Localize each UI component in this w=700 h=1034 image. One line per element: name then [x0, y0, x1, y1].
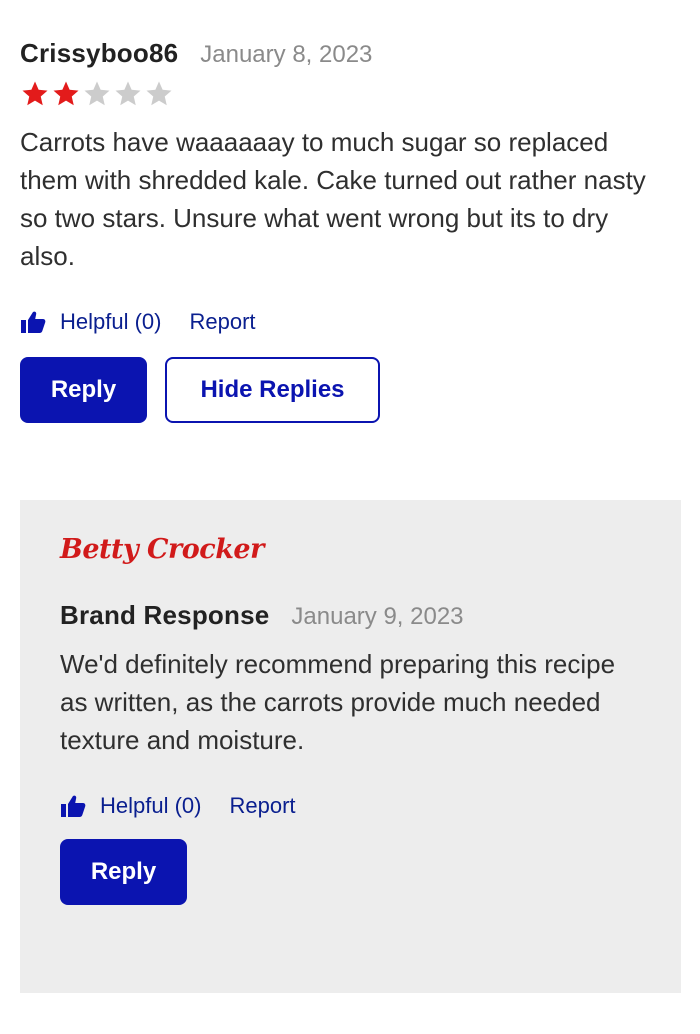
response-date: January 9, 2023 [291, 603, 464, 630]
response-body: We'd definitely recommend preparing this… [60, 649, 616, 755]
response-content: Brand Response January 9, 2023 We'd defi… [60, 600, 660, 905]
response-actions: Helpful (0) Report [60, 793, 660, 819]
review-date: January 8, 2023 [200, 41, 373, 68]
review-actions: Helpful (0) Report [20, 309, 680, 335]
review-card: Crissyboo86 January 8, 2023 Carrots have… [20, 38, 680, 423]
hide-replies-button[interactable]: Hide Replies [165, 357, 380, 423]
star-filled-icon [53, 81, 79, 106]
helpful-link[interactable]: Helpful (0) [60, 309, 161, 335]
reply-button[interactable]: Reply [20, 357, 147, 423]
response-header: Brand Response January 9, 2023 [60, 600, 660, 631]
betty-crocker-logo: Betty Crocker [60, 534, 264, 565]
review-header: Crissyboo86 January 8, 2023 [20, 38, 680, 69]
star-empty-icon [84, 81, 110, 106]
response-reply-button[interactable]: Reply [60, 839, 187, 905]
response-helpful-link[interactable]: Helpful (0) [100, 793, 201, 819]
star-rating [20, 79, 680, 109]
star-filled-icon [22, 81, 48, 106]
review-body: Carrots have waaaaaay to much sugar so r… [20, 127, 646, 271]
star-empty-icon [146, 81, 172, 106]
thumbs-up-icon[interactable] [60, 794, 86, 818]
review-buttons: Reply Hide Replies [20, 357, 680, 423]
report-link[interactable]: Report [189, 309, 255, 335]
star-empty-icon [115, 81, 141, 106]
thumbs-up-icon[interactable] [20, 310, 46, 334]
review-author: Crissyboo86 [20, 38, 179, 68]
response-buttons: Reply [60, 839, 660, 905]
response-report-link[interactable]: Report [229, 793, 295, 819]
brand-response-card: Betty Crocker Brand Response January 9, … [20, 500, 681, 993]
response-author: Brand Response [60, 600, 270, 630]
